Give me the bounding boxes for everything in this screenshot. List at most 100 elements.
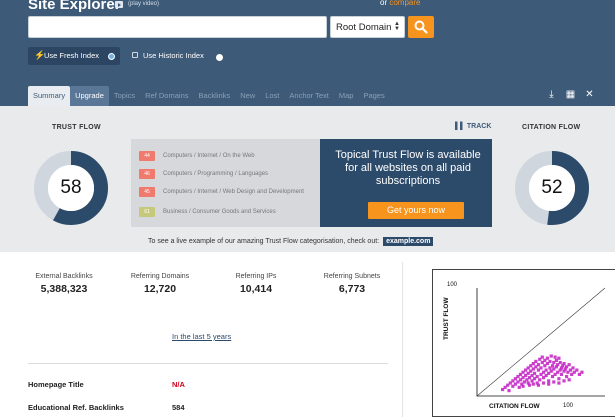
stat-referring-subnets: Referring Subnets 6,773 [317, 272, 387, 295]
scatter-point [536, 363, 541, 367]
scatter-point [557, 356, 561, 360]
fresh-index-radio[interactable] [108, 53, 115, 60]
topic-text: Computers / Programming / Languages [163, 170, 269, 177]
promo-panel: Topical Trust Flow is available for all … [320, 139, 492, 227]
scatter-point [547, 382, 551, 386]
flow-scatter-plot [476, 287, 606, 397]
scatter-point [549, 354, 553, 358]
stat-label: External Backlinks [35, 273, 93, 280]
scatter-point [507, 389, 511, 393]
y-tick-label: 100 [447, 282, 458, 288]
stat-value: 5,388,323 [40, 283, 88, 295]
stat-referring-domains: Referring Domains 12,720 [125, 272, 195, 295]
stat-label: Referring IPs [235, 273, 277, 280]
scatter-point [544, 368, 548, 372]
tools-icon[interactable]: ✕ [584, 89, 595, 100]
divider [402, 262, 403, 417]
scatter-point [531, 382, 535, 386]
scatter-point [571, 366, 575, 370]
tab-new[interactable]: New [235, 86, 260, 106]
scatter-point [536, 383, 541, 387]
stat-value: 10,414 [239, 283, 273, 295]
scatter-point [552, 380, 556, 384]
scatter-point [575, 368, 579, 372]
play-icon[interactable] [115, 1, 123, 8]
spreadsheet-icon[interactable]: ▦ [565, 89, 576, 100]
x-tick-label: 100 [563, 403, 574, 409]
fresh-index-toggle[interactable]: ⚡ Use Fresh Index [28, 47, 120, 65]
scatter-point [557, 377, 561, 381]
scatter-point [550, 364, 555, 368]
compare-link[interactable]: compare [389, 0, 420, 7]
divider [28, 363, 388, 364]
topic-row: 44 Computers / Internet / On the Web [139, 150, 255, 161]
example-link[interactable]: example.com [383, 237, 434, 246]
citation-flow-value: 52 [541, 177, 563, 198]
get-yours-now-button[interactable]: Get yours now [368, 202, 464, 219]
scatter-point [548, 359, 552, 364]
compare-area: or compare [380, 0, 420, 7]
scatter-point [545, 356, 549, 360]
topic-row: 46 Computers / Programming / Languages [139, 168, 268, 179]
download-icon[interactable]: ⤓ [546, 89, 557, 100]
search-icon [414, 20, 428, 34]
scatter-point [567, 363, 571, 367]
example-line: To see a live example of our amazing Tru… [148, 237, 434, 246]
scatter-point [553, 355, 557, 359]
tab-upgrade[interactable]: Upgrade [70, 86, 109, 106]
topic-score-badge: 61 [139, 206, 155, 217]
topic-text: Computers / Internet / Web Design and De… [163, 188, 304, 195]
topic-score-badge: 44 [139, 150, 155, 161]
stat-value: 12,720 [143, 283, 177, 295]
domain-scope-select[interactable]: Root Domain ▲ ▼ [330, 16, 405, 38]
row-label: Homepage Title [28, 380, 84, 389]
tab-summary[interactable]: Summary [28, 86, 71, 106]
last-5-years-link[interactable]: In the last 5 years [172, 332, 231, 341]
calendar-icon [132, 52, 138, 58]
tab-lost[interactable]: Lost [260, 86, 284, 106]
track-label: TRACK [466, 123, 492, 130]
tool-icons: ⤓ ▦ ✕ [546, 89, 595, 100]
scatter-point [539, 366, 543, 370]
example-text: To see a live example of our amazing Tru… [148, 238, 380, 245]
play-video-link[interactable]: (play video) [128, 1, 159, 7]
search-button[interactable] [408, 16, 434, 38]
historic-index-label: Use Historic Index [143, 51, 204, 60]
historic-index-toggle[interactable]: Use Historic Index [128, 47, 204, 65]
scatter-point [562, 379, 566, 383]
stat-external-backlinks: External Backlinks 5,388,323 [29, 272, 99, 295]
page-title: Site Explorer [28, 0, 121, 13]
tab-anchor-text[interactable]: Anchor Text [284, 86, 333, 106]
x-axis-label: CITATION FLOW [489, 403, 540, 410]
scatter-point [565, 374, 569, 379]
tab-ref-domains[interactable]: Ref Domains [140, 86, 193, 106]
topic-row: 45 Computers / Internet / Web Design and… [139, 186, 304, 197]
topic-text: Business / Consumer Goods and Services [163, 208, 276, 215]
tab-bar: Summary Upgrade Topics Ref Domains Backl… [28, 86, 390, 106]
select-arrows-icon: ▲ ▼ [394, 21, 400, 32]
tab-map[interactable]: Map [334, 86, 359, 106]
stat-value: 6,773 [338, 283, 366, 295]
historic-index-radio[interactable] [216, 54, 223, 61]
row-label: Educational Ref. Backlinks [28, 403, 124, 412]
row-value: N/A [172, 380, 185, 389]
scatter-point [567, 378, 571, 382]
scatter-point [557, 381, 561, 385]
scatter-point [538, 378, 542, 382]
tab-pages[interactable]: Pages [358, 86, 389, 106]
search-input[interactable] [28, 16, 327, 38]
scatter-point [533, 371, 537, 375]
scatter-point [526, 381, 530, 385]
tab-backlinks[interactable]: Backlinks [194, 86, 236, 106]
scatter-point [559, 372, 564, 376]
stat-label: Referring Subnets [323, 273, 381, 280]
trust-flow-label: TRUST FLOW [52, 124, 101, 131]
scatter-point [535, 374, 539, 379]
fresh-index-label: Use Fresh Index [44, 51, 100, 60]
domain-select-value: Root Domain [336, 22, 392, 33]
tab-topics[interactable]: Topics [109, 86, 140, 106]
scatter-point [540, 355, 544, 359]
track-link[interactable]: ▌▌ TRACK [455, 123, 491, 130]
citation-flow-gauge: 52 [513, 149, 591, 227]
scatter-point [534, 359, 538, 364]
